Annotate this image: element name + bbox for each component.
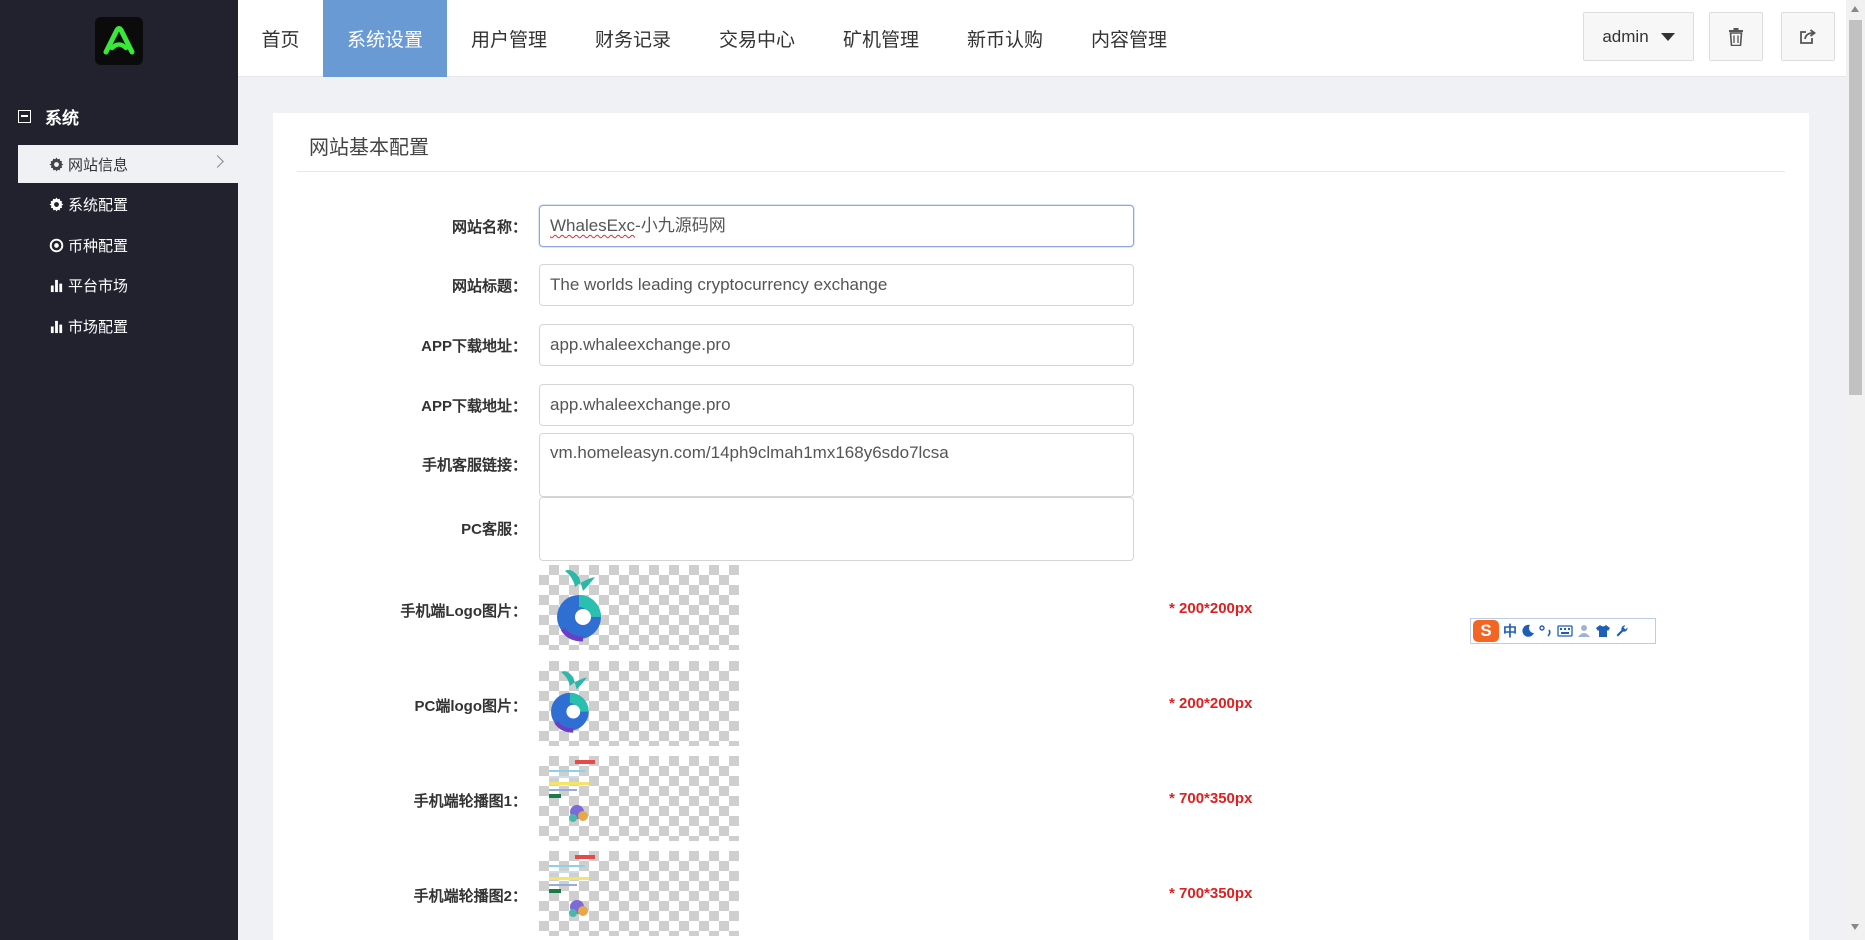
clear-cache-button[interactable]	[1709, 12, 1763, 61]
sidebar-item-label: 币种配置	[68, 237, 129, 255]
sidebar-item-market-config[interactable]: 市场配置	[18, 307, 238, 345]
sidebar-item-label: 平台市场	[68, 277, 129, 295]
sidebar-item-site-info[interactable]: 网站信息	[18, 145, 238, 183]
sogou-s-icon[interactable]: S	[1473, 620, 1499, 642]
mobile-logo-upload[interactable]	[539, 565, 739, 650]
app-download-url-input-2[interactable]: app.whaleexchange.pro	[539, 384, 1134, 426]
tab-content-management[interactable]: 内容管理	[1067, 0, 1191, 77]
tab-system-settings[interactable]: 系统设置	[323, 0, 447, 77]
mobile-banner-1-size-hint: * 700*350px	[1169, 790, 1253, 807]
caret-down-icon	[1660, 32, 1675, 41]
banner-thumbnail-image	[549, 855, 595, 917]
site-title-input[interactable]: The worlds leading cryptocurrency exchan…	[539, 264, 1134, 306]
bar-chart-icon	[48, 318, 64, 334]
pc-support-label: PC客服：	[461, 521, 527, 538]
mobile-banner-1-label: 手机端轮播图1：	[413, 793, 527, 810]
gear-icon	[48, 196, 64, 212]
pc-logo-size-hint: * 200*200px	[1169, 695, 1253, 712]
whale-logo-image	[557, 569, 601, 642]
mobile-logo-size-hint: * 200*200px	[1169, 600, 1253, 617]
site-name-value-part1: WhalesExc	[550, 216, 636, 235]
sidebar-item-label: 市场配置	[68, 318, 129, 336]
sidebar-item-coin-config[interactable]: 币种配置	[18, 226, 238, 264]
divider	[297, 171, 1785, 172]
sidebar-item-label: 系统配置	[68, 196, 129, 214]
pc-support-textarea[interactable]	[539, 497, 1134, 561]
sidebar-section-system[interactable]: 系统	[18, 104, 79, 128]
banner-thumbnail-image	[549, 760, 595, 822]
wrench-icon[interactable]	[1615, 624, 1629, 638]
app-download-url-label-2: APP下载地址：	[421, 398, 527, 415]
pc-logo-upload[interactable]	[539, 661, 739, 746]
tab-home[interactable]: 首页	[238, 0, 323, 77]
top-navbar: 首页 系统设置 用户管理 财务记录 交易中心 矿机管理 新币认购 内容管理 ad…	[238, 0, 1846, 77]
scrollbar-thumb[interactable]	[1849, 20, 1862, 395]
mobile-logo-label: 手机端Logo图片：	[400, 603, 527, 620]
site-name-value-part2: -小九源码网	[635, 216, 726, 235]
ime-toolbar[interactable]: S 中	[1470, 618, 1656, 644]
logout-icon	[1800, 28, 1816, 44]
user-avatar-icon[interactable]	[1577, 624, 1591, 638]
mobile-support-link-textarea[interactable]: vm.homeleasyn.com/14ph9clmah1mx168y6sdo7…	[539, 433, 1134, 497]
collapse-icon	[18, 109, 31, 123]
sidebar-item-platform-market[interactable]: 平台市场	[18, 266, 238, 304]
keyboard-icon[interactable]	[1557, 624, 1573, 638]
site-name-label: 网站名称：	[451, 219, 527, 236]
sidebar-item-system-config[interactable]: 系统配置	[18, 185, 238, 223]
sidebar-section-label: 系统	[45, 108, 79, 128]
user-menu-label: admin	[1602, 26, 1649, 46]
pc-logo-label: PC端logo图片：	[414, 698, 528, 715]
shirt-icon[interactable]	[1595, 624, 1611, 638]
gear-icon	[48, 156, 64, 172]
scroll-up-arrow-icon[interactable]	[1851, 6, 1859, 12]
tab-trading-center[interactable]: 交易中心	[695, 0, 819, 77]
ime-mode-toggle[interactable]: 中	[1503, 621, 1517, 641]
app-download-url-label: APP下载地址：	[421, 338, 527, 355]
circle-dot-icon	[48, 237, 64, 253]
mobile-support-link-label: 手机客服链接：	[421, 457, 527, 474]
mobile-banner-2-label: 手机端轮播图2：	[413, 888, 527, 905]
tab-new-coin-subscription[interactable]: 新币认购	[943, 0, 1067, 77]
tab-user-management[interactable]: 用户管理	[447, 0, 571, 77]
site-config-panel: 网站基本配置 网站名称： WhalesExc-小九源码网 网站标题： The w…	[273, 113, 1809, 940]
vertical-scrollbar[interactable]	[1846, 0, 1865, 940]
trash-icon	[1729, 27, 1743, 46]
app-download-url-input[interactable]: app.whaleexchange.pro	[539, 324, 1134, 366]
site-title-label: 网站标题：	[451, 278, 527, 295]
app-logo[interactable]	[95, 17, 143, 65]
tab-miner-management[interactable]: 矿机管理	[819, 0, 943, 77]
sidebar-item-label: 网站信息	[68, 156, 129, 174]
site-name-input[interactable]: WhalesExc-小九源码网	[539, 205, 1134, 247]
tab-finance-records[interactable]: 财务记录	[571, 0, 695, 77]
chevron-right-icon	[211, 155, 224, 168]
punctuation-icon[interactable]	[1539, 624, 1553, 638]
scroll-down-arrow-icon[interactable]	[1851, 924, 1859, 930]
mobile-banner-1-upload[interactable]	[539, 756, 739, 841]
whale-logo-image	[551, 671, 589, 733]
moon-icon[interactable]	[1521, 624, 1535, 638]
sidebar: 系统 网站信息 系统配置 币种配置 平台市场 市场配置	[0, 0, 238, 940]
bar-chart-icon	[48, 277, 64, 293]
logout-button[interactable]	[1781, 12, 1835, 61]
page-title: 网站基本配置	[309, 137, 429, 159]
mobile-banner-2-upload[interactable]	[539, 851, 739, 936]
user-menu-button[interactable]: admin	[1583, 12, 1694, 61]
mobile-banner-2-size-hint: * 700*350px	[1169, 885, 1253, 902]
